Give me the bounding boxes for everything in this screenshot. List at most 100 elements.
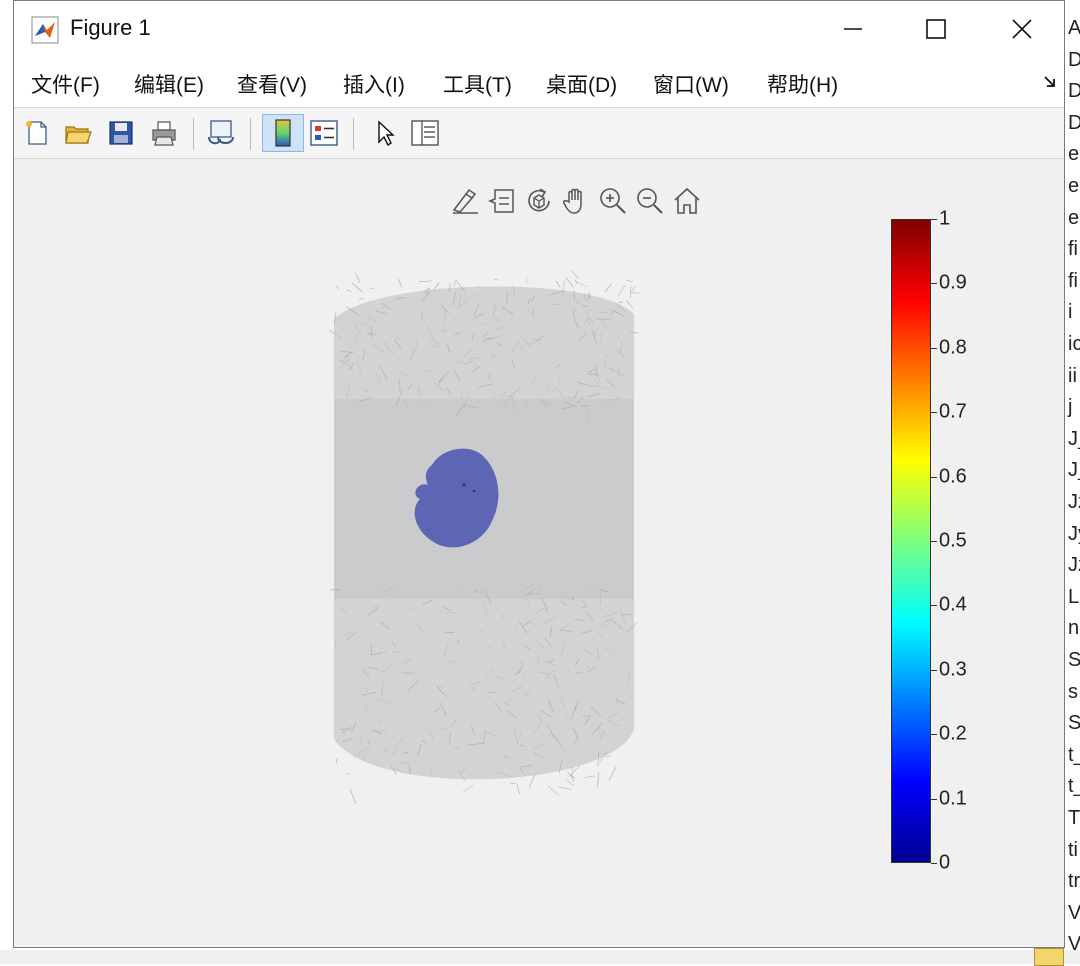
colorbar-tick [931,541,937,542]
side-list-item: j [1068,397,1072,417]
colorbar-tick-label: 0 [939,852,950,875]
pointer-icon [373,119,397,147]
side-list-item: ii [1068,366,1077,386]
colorbar-tick [931,670,937,671]
pan-hand-icon [561,186,591,216]
side-list-item: V [1068,903,1080,923]
colorbar-tick-label: 0.5 [939,530,967,553]
legend-icon [309,119,339,147]
side-list-item: D [1068,50,1080,70]
toolbar-separator [353,118,354,150]
window-title: Figure 1 [70,15,151,41]
menu-insert[interactable]: 插入(I) [343,69,405,99]
colorbar-tick-label: 0.8 [939,336,967,359]
zoom-out-button[interactable] [633,183,667,219]
menu-file[interactable]: 文件(F) [31,69,100,99]
colorbar-tick [931,219,937,220]
mesh-edge [541,583,542,591]
side-list-item: i [1068,302,1072,322]
insert-colorbar-button[interactable] [262,114,304,152]
side-list-item: ic [1068,334,1080,354]
mesh-plot[interactable] [314,259,654,819]
mesh-edge [463,785,473,792]
mesh-edge [578,764,579,769]
link-plot-button[interactable] [204,116,238,150]
side-list-item: tr [1068,871,1080,891]
side-list-item: D [1068,113,1080,133]
menu-view[interactable]: 查看(V) [237,69,307,99]
mesh-edge [566,277,574,287]
mesh-edge [631,293,641,294]
mesh-edge [585,776,595,778]
mesh-edge [578,300,579,304]
mesh-edge [609,767,616,780]
restore-view-button[interactable] [670,183,704,219]
colorbar-tick-label: 0.2 [939,723,967,746]
colorbar-tick [931,734,937,735]
mesh-edge [347,289,352,292]
data-tips-icon [487,186,517,216]
new-figure-button[interactable] [20,116,54,150]
menu-tools[interactable]: 工具(T) [443,69,512,99]
mesh-edge [548,786,558,795]
mesh-edge [346,773,350,774]
minimize-button[interactable] [828,9,878,49]
mesh-edge [371,644,372,655]
zoom-out-icon [635,186,665,216]
side-list-item: S [1068,713,1080,733]
colorbar-tick [931,412,937,413]
mesh-edge [336,286,339,289]
figure-canvas[interactable]: 10.90.80.70.60.50.40.30.20.10 [14,159,1064,947]
close-button[interactable] [997,9,1047,49]
save-button[interactable] [104,116,138,150]
data-tips-button[interactable] [485,183,519,219]
mesh-edge [370,288,374,289]
mesh-edge [568,773,575,779]
side-list-item: fi [1068,271,1078,291]
side-list-item: t_ [1068,745,1080,765]
side-list-item: e [1068,176,1079,196]
mesh-edge [572,766,573,772]
colorbar-tick-label: 0.9 [939,272,967,295]
side-list-item: ti [1068,840,1078,860]
menu-window[interactable]: 窗口(W) [653,69,729,99]
new-figure-icon [23,119,51,147]
colorbar-tick-label: 1 [939,208,950,231]
mesh-edge [419,281,432,282]
side-list-item: S [1068,650,1080,670]
edit-plot-button[interactable] [368,116,402,150]
colorbar-tick-label: 0.3 [939,658,967,681]
property-inspector-button[interactable] [408,116,442,150]
side-list-item: e [1068,144,1079,164]
insert-legend-button[interactable] [307,116,341,150]
colorbar-tick [931,477,937,478]
side-list-item: Jz [1068,555,1080,575]
mesh-edge [569,768,577,777]
print-button[interactable] [147,116,181,150]
menu-desktop[interactable]: 桌面(D) [546,69,617,99]
side-list-item: J_ [1068,460,1080,480]
property-inspector-icon [410,119,440,147]
maximize-button[interactable] [911,9,961,49]
pan-button[interactable] [559,183,593,219]
mesh-edge [626,280,632,282]
minimize-icon [843,19,863,39]
maximize-icon [925,18,947,40]
mesh-edge [605,284,612,293]
zoom-in-button[interactable] [596,183,630,219]
open-file-button[interactable] [61,116,95,150]
rotate-3d-button[interactable] [522,183,556,219]
mesh-edge [572,270,579,279]
mesh-edge [627,300,633,308]
title-bar[interactable]: Figure 1 [14,1,1064,59]
brush-button[interactable] [448,183,482,219]
mesh-edge [337,758,338,763]
menu-edit[interactable]: 编辑(E) [134,69,204,99]
colorbar-tick-label: 0.1 [939,787,967,810]
menu-overflow-arrow-icon[interactable] [1042,73,1058,89]
toolbar-separator [250,118,251,150]
menu-help[interactable]: 帮助(H) [767,69,838,99]
mesh-edge [517,784,519,793]
mesh-edge [454,281,456,287]
colorbar-tick [931,283,937,284]
